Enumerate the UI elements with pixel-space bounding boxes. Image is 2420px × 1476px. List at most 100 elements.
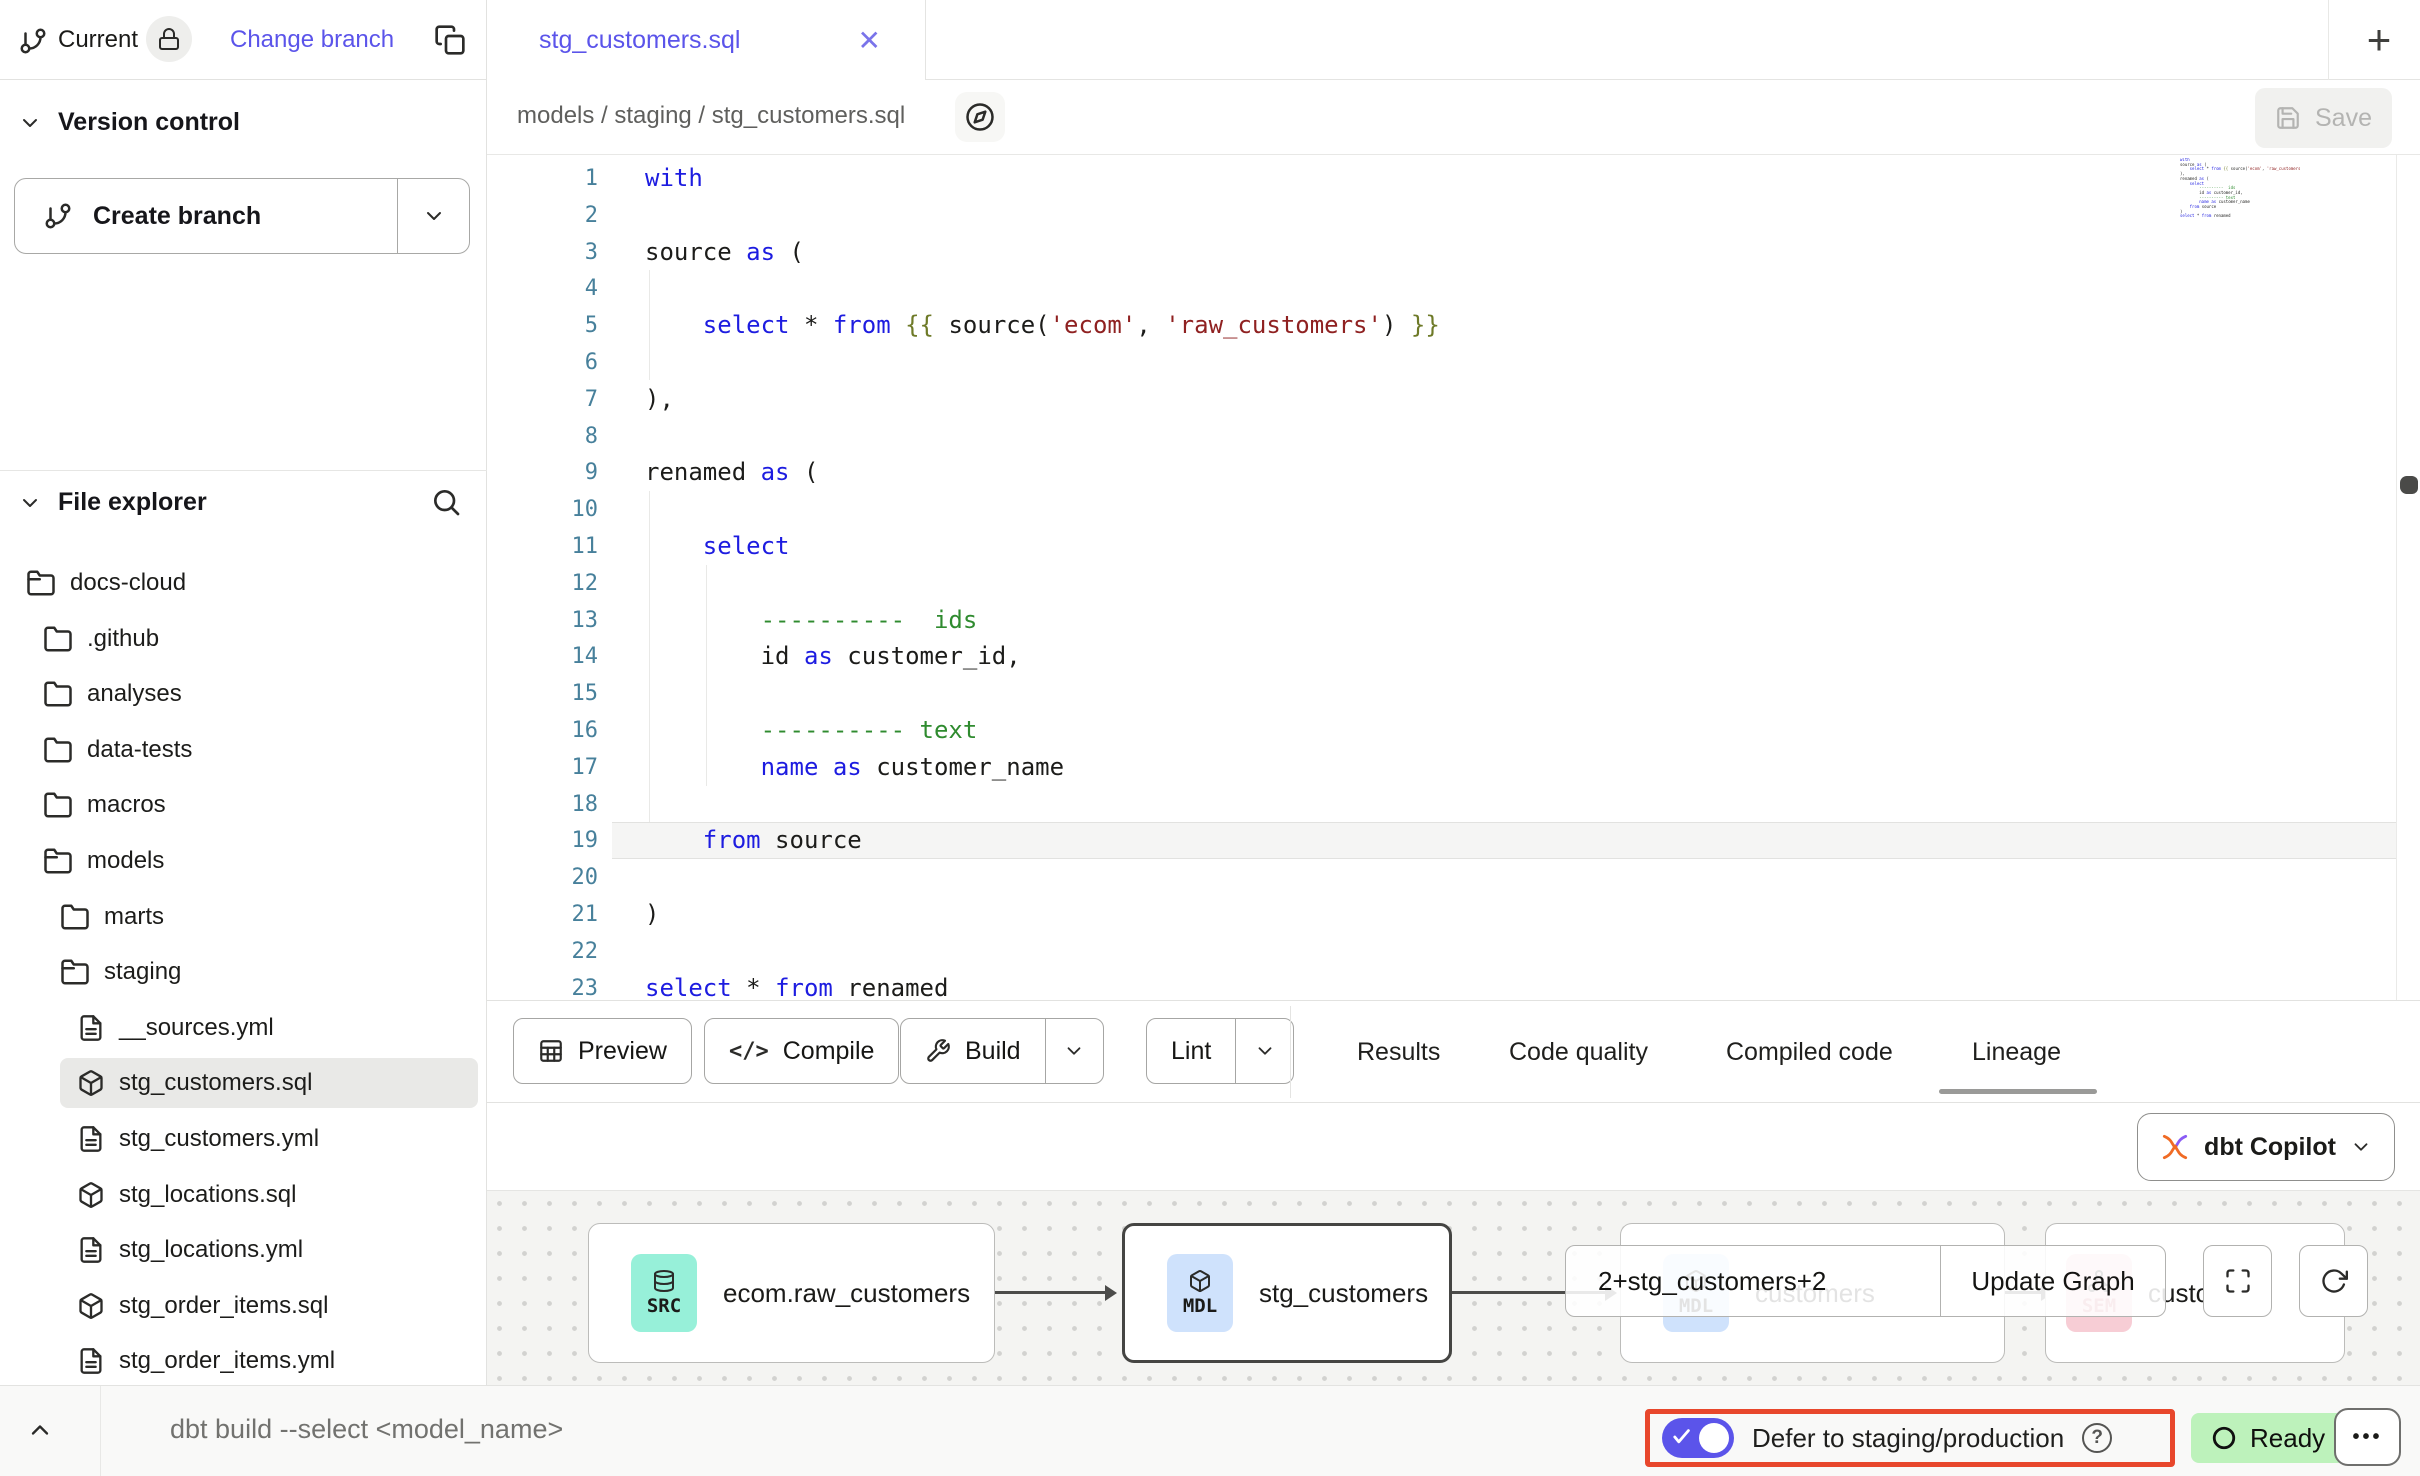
code-line-10[interactable]: 10 [487, 491, 2420, 528]
line-content: renamed as ( [645, 454, 818, 491]
code-line-4[interactable]: 4 [487, 270, 2420, 307]
model-icon [77, 1292, 105, 1320]
lint-dropdown[interactable] [1235, 1019, 1293, 1083]
code-line-15[interactable]: 15 [487, 675, 2420, 712]
file-item--github[interactable]: .github [0, 611, 487, 667]
code-line-8[interactable]: 8 [487, 418, 2420, 455]
dbt-copilot-button[interactable]: dbt Copilot [2137, 1113, 2395, 1181]
tab-lineage[interactable]: Lineage [1972, 1001, 2061, 1103]
code-line-9[interactable]: 9renamed as ( [487, 454, 2420, 491]
code-line-2[interactable]: 2 [487, 197, 2420, 234]
file-item-docs-cloud[interactable]: docs-cloud [0, 555, 487, 611]
code-line-12[interactable]: 12 [487, 565, 2420, 602]
create-branch-button[interactable]: Create branch [14, 178, 470, 254]
code-line-17[interactable]: 17 name as customer_name [487, 749, 2420, 786]
create-branch-dropdown[interactable] [397, 179, 469, 253]
refresh-button[interactable] [2299, 1245, 2368, 1317]
status-ready-badge[interactable]: Ready [2191, 1413, 2345, 1463]
new-tab-button[interactable]: + [2349, 14, 2409, 66]
code-line-21[interactable]: 21) [487, 896, 2420, 933]
folder-icon [43, 790, 73, 820]
tab-code-quality[interactable]: Code quality [1509, 1001, 1648, 1103]
file-item-analyses[interactable]: analyses [0, 666, 487, 722]
file-name: analyses [87, 680, 182, 708]
file-item-stg-order-items-yml[interactable]: stg_order_items.yml [0, 1333, 487, 1389]
file-name: stg_order_items.yml [119, 1347, 335, 1375]
file-name: data-tests [87, 736, 192, 764]
collapse-panel-button[interactable] [26, 1416, 54, 1444]
file-name: stg_customers.sql [119, 1069, 312, 1097]
tab-results[interactable]: Results [1357, 1001, 1440, 1103]
file-item-stg-customers-sql[interactable]: stg_customers.sql [0, 1055, 487, 1111]
lineage-node-source[interactable]: SRC ecom.raw_customers [588, 1223, 995, 1363]
folder-open-icon [43, 846, 73, 876]
code-line-11[interactable]: 11 select [487, 528, 2420, 565]
file-explorer-section-header[interactable]: File explorer [18, 488, 207, 517]
window-scrollbar-thumb[interactable] [2402, 476, 2418, 494]
compile-button[interactable]: </> Compile [704, 1018, 899, 1084]
defer-toggle[interactable] [1662, 1418, 1734, 1458]
build-button[interactable]: Build [900, 1018, 1104, 1084]
command-input[interactable]: dbt build --select <model_name> [170, 1414, 563, 1445]
line-number: 10 [487, 491, 598, 528]
code-line-7[interactable]: 7), [487, 381, 2420, 418]
change-branch-link[interactable]: Change branch [230, 26, 394, 54]
file-item-staging[interactable]: staging [0, 944, 487, 1000]
line-number: 8 [487, 418, 598, 455]
copilot-label: dbt Copilot [2204, 1133, 2336, 1162]
code-line-13[interactable]: 13 ---------- ids [487, 602, 2420, 639]
code-line-3[interactable]: 3source as ( [487, 234, 2420, 271]
update-graph-button[interactable]: Update Graph [1940, 1246, 2165, 1316]
compile-label: Compile [783, 1037, 875, 1066]
lineage-selector-input[interactable]: 2+stg_customers+2 [1566, 1266, 1940, 1297]
save-button[interactable]: Save [2255, 88, 2392, 148]
editor-minimap[interactable]: withsource as ( select * from {{ source(… [2180, 158, 2300, 219]
mdl-badge: MDL [1167, 1254, 1233, 1332]
code-line-6[interactable]: 6 [487, 344, 2420, 381]
preview-button[interactable]: Preview [513, 1018, 692, 1084]
code-line-20[interactable]: 20 [487, 859, 2420, 896]
file-item--sources-yml[interactable]: __sources.yml [0, 1000, 487, 1056]
defer-toggle-highlight: Defer to staging/production ? [1645, 1409, 2175, 1467]
file-name: __sources.yml [119, 1014, 274, 1042]
code-line-23[interactable]: 23select * from renamed [487, 970, 2420, 1000]
line-content: source as ( [645, 234, 804, 271]
code-line-14[interactable]: 14 id as customer_id, [487, 638, 2420, 675]
file-item-stg-locations-yml[interactable]: stg_locations.yml [0, 1222, 487, 1278]
lineage-canvas[interactable]: SRC ecom.raw_customers MDL stg_customers… [487, 1190, 2420, 1385]
lint-button[interactable]: Lint [1146, 1018, 1294, 1084]
line-content: ), [645, 381, 674, 418]
code-line-16[interactable]: 16 ---------- text [487, 712, 2420, 749]
build-dropdown[interactable] [1045, 1019, 1103, 1083]
git-branch-icon [18, 26, 48, 56]
more-options-button[interactable]: ••• [2334, 1408, 2401, 1466]
database-icon [652, 1269, 676, 1293]
fullscreen-button[interactable] [2203, 1245, 2272, 1317]
tab-compiled-code[interactable]: Compiled code [1726, 1001, 1893, 1103]
file-item-macros[interactable]: macros [0, 777, 487, 833]
line-number: 17 [487, 749, 598, 786]
code-line-1[interactable]: 1with [487, 160, 2420, 197]
version-control-section-header[interactable]: Version control [18, 108, 240, 137]
file-item-marts[interactable]: marts [0, 889, 487, 945]
code-line-5[interactable]: 5 select * from {{ source('ecom', 'raw_c… [487, 307, 2420, 344]
help-icon[interactable]: ? [2082, 1423, 2112, 1453]
folder-icon [43, 679, 73, 709]
model-icon [77, 1069, 105, 1097]
file-item-data-tests[interactable]: data-tests [0, 722, 487, 778]
file-item-stg-locations-sql[interactable]: stg_locations.sql [0, 1167, 487, 1223]
code-line-22[interactable]: 22 [487, 933, 2420, 970]
close-tab-icon[interactable]: ✕ [858, 24, 881, 57]
tab-stg-customers[interactable]: stg_customers.sql ✕ [487, 0, 926, 80]
file-item-stg-order-items-sql[interactable]: stg_order_items.sql [0, 1278, 487, 1334]
code-line-18[interactable]: 18 [487, 786, 2420, 823]
code-editor[interactable]: 1with23source as (45 select * from {{ so… [487, 155, 2420, 1000]
code-line-19[interactable]: 19 from source [487, 822, 2420, 859]
copy-branch-icon[interactable] [434, 24, 466, 56]
line-number: 7 [487, 381, 598, 418]
file-item-stg-customers-yml[interactable]: stg_customers.yml [0, 1111, 487, 1167]
docs-compass-icon[interactable] [955, 92, 1005, 142]
file-search-icon[interactable] [430, 486, 462, 518]
lineage-node-stg-customers[interactable]: MDL stg_customers [1122, 1223, 1452, 1363]
file-item-models[interactable]: models [0, 833, 487, 889]
